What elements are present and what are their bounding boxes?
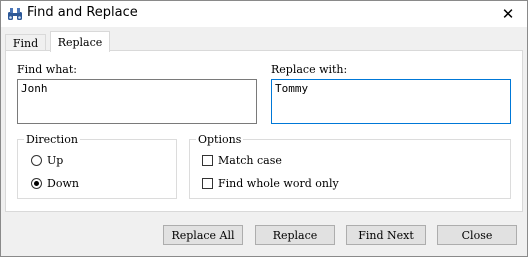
tab-find-label: Find [12, 36, 39, 50]
match-case-label[interactable]: Match case [218, 154, 282, 167]
title-bar[interactable]: Find and Replace ✕ [1, 1, 527, 27]
replace-with-label: Replace with: [271, 63, 348, 76]
direction-down-radio[interactable] [31, 178, 42, 189]
direction-group: Direction [17, 133, 177, 199]
replace-tab-panel: Find what: Jonh Replace with: Tommy Dire… [5, 50, 523, 212]
direction-legend: Direction [26, 133, 78, 146]
whole-word-checkbox[interactable] [202, 178, 213, 189]
close-icon: ✕ [501, 5, 515, 23]
tab-strip: Find Replace [5, 31, 525, 52]
window-title: Find and Replace [27, 5, 138, 20]
tab-replace-label: Replace [57, 35, 103, 49]
find-what-label: Find what: [17, 63, 77, 76]
replace-button[interactable]: Replace [255, 225, 335, 245]
replace-all-button[interactable]: Replace All [163, 225, 243, 245]
tab-find[interactable]: Find [5, 34, 46, 51]
find-next-button[interactable]: Find Next [346, 225, 426, 245]
find-what-input[interactable]: Jonh [17, 79, 257, 124]
replace-with-input[interactable]: Tommy [271, 79, 511, 124]
find-replace-dialog: Find and Replace ✕ Find Replace Find wha… [0, 0, 528, 257]
window-close-button[interactable]: ✕ [489, 1, 527, 27]
match-case-checkbox[interactable] [202, 155, 213, 166]
tab-replace[interactable]: Replace [50, 31, 110, 52]
direction-up-label[interactable]: Up [47, 154, 63, 167]
direction-up-radio[interactable] [31, 155, 42, 166]
direction-down-label[interactable]: Down [47, 177, 79, 190]
whole-word-label[interactable]: Find whole word only [218, 177, 339, 190]
options-legend: Options [198, 133, 242, 146]
binoculars-icon [8, 8, 22, 20]
close-button[interactable]: Close [437, 225, 517, 245]
